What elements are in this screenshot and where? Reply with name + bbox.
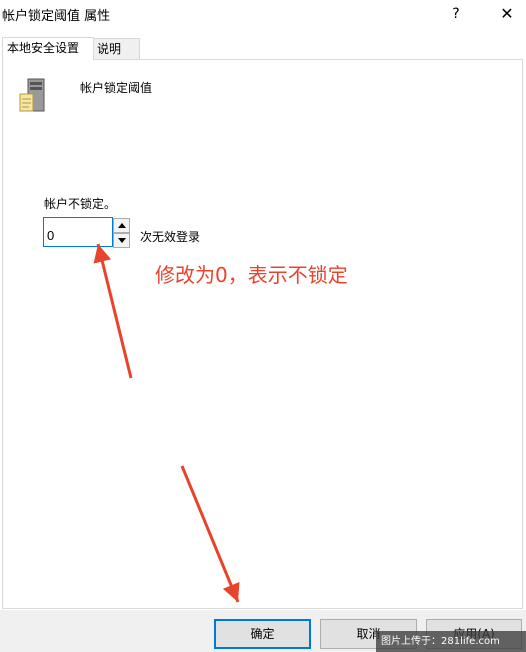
ok-button[interactable]: 确定 bbox=[214, 619, 311, 649]
annotation-arrows bbox=[93, 243, 240, 603]
arrow-to-ok-button bbox=[180, 465, 240, 603]
watermark: 图片上传于：281life.com bbox=[376, 631, 526, 652]
tab-local-security-setting[interactable]: 本地安全设置 bbox=[2, 37, 94, 60]
arrow-to-input bbox=[93, 243, 133, 379]
